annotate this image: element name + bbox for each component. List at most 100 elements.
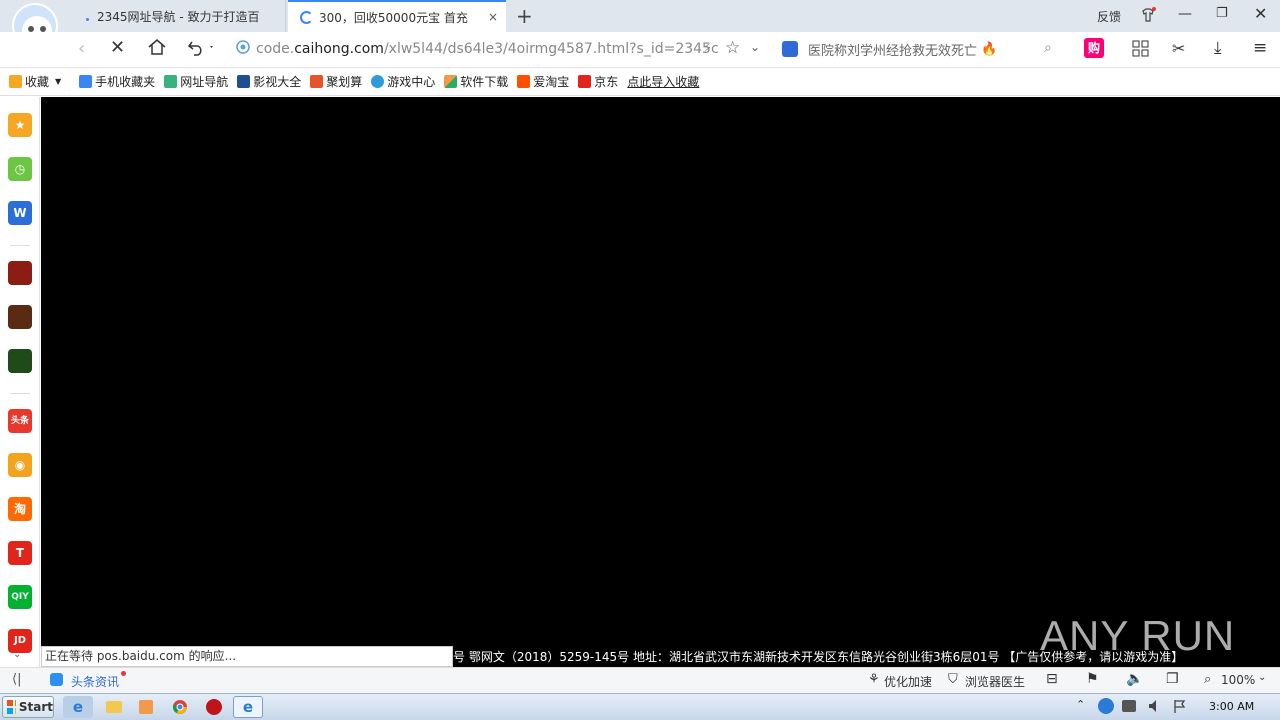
tab-title: 300，回收50000元宝 首充 xyxy=(319,10,468,25)
tray-network-icon[interactable] xyxy=(1122,700,1136,712)
tab-2345[interactable]: 2345网址导航 - 致力于打造百 xyxy=(74,0,286,32)
clock-time[interactable]: 3:00 AM xyxy=(1209,700,1254,713)
windows-logo-icon xyxy=(7,700,16,714)
window-icon[interactable]: ⊟ xyxy=(1046,671,1058,687)
url-host: caihong.com xyxy=(294,41,384,57)
bookmark-label: 游戏中心 xyxy=(387,75,436,89)
sidebar-collapse-icon[interactable]: ⌄ xyxy=(13,649,21,660)
optimize-button[interactable]: 优化加速 xyxy=(884,673,932,690)
bookmark-label: 聚划算 xyxy=(326,75,363,89)
tab-close-icon[interactable]: × xyxy=(488,10,498,24)
taobao-icon[interactable]: 淘 xyxy=(8,497,32,521)
security-icon[interactable] xyxy=(199,696,229,718)
mode-icon[interactable]: ⚑ xyxy=(1086,671,1099,687)
minimize-icon[interactable]: — xyxy=(1178,6,1192,22)
star-icon[interactable]: ☆ xyxy=(725,38,740,58)
film-icon xyxy=(237,75,251,88)
bookmark-label: 软件下载 xyxy=(460,75,509,89)
notification-dot xyxy=(121,671,126,676)
rocket-icon: ⚘ xyxy=(868,672,880,687)
bookmark-label: 京东 xyxy=(594,75,619,89)
bookmark-item[interactable]: 爱淘宝 xyxy=(517,73,569,90)
news-link[interactable]: 头条资讯 xyxy=(71,673,119,690)
weibo-icon[interactable]: ◉ xyxy=(8,453,32,477)
search-box[interactable]: 医院称刘学州经抢救无效死亡 🔥 xyxy=(778,36,1068,62)
sidebar-toggle-icon[interactable]: ⟨| xyxy=(12,672,21,687)
tab-active[interactable]: 300，回收50000元宝 首充 × xyxy=(288,0,506,32)
start-button[interactable]: Start xyxy=(2,696,54,718)
phone-icon xyxy=(79,75,93,88)
media-player-icon[interactable] xyxy=(131,696,161,718)
search-icon[interactable]: ⌕ xyxy=(1044,40,1052,56)
lightning-icon[interactable]: ⚡ xyxy=(703,41,712,56)
menu-icon[interactable]: ≡ xyxy=(1253,38,1267,58)
jd-icon xyxy=(578,75,592,88)
explorer-folder-icon[interactable] xyxy=(99,696,129,718)
browser-doctor-button[interactable]: 浏览器医生 xyxy=(965,673,1025,690)
baidu-paw-icon xyxy=(782,41,798,57)
chrome-icon[interactable] xyxy=(165,696,195,718)
bookmark-item[interactable]: 手机收藏夹 xyxy=(79,73,155,90)
bookmark-item[interactable]: 软件下载 xyxy=(444,73,508,90)
left-sidebar: ★ ◷ W 头条 ◉ 淘 T QIY JD ⌄ xyxy=(0,97,40,667)
stop-icon[interactable]: ✕ xyxy=(110,37,125,58)
scissors-icon[interactable]: ✂ xyxy=(1172,39,1185,58)
history-icon[interactable]: ◷ xyxy=(8,157,32,181)
tray-volume-icon[interactable] xyxy=(1147,698,1163,714)
tray-browser-icon[interactable] xyxy=(1098,698,1114,714)
game-icon[interactable] xyxy=(8,349,32,373)
bookmark-label: 收藏 xyxy=(25,75,50,89)
bookmark-favorites[interactable]: 收藏 ▼ xyxy=(9,73,61,90)
tmall-icon[interactable]: T xyxy=(8,541,32,565)
bookmark-item[interactable]: 网址导航 xyxy=(164,73,228,90)
game-icon[interactable] xyxy=(8,305,32,329)
close-window-icon[interactable]: ✕ xyxy=(1254,4,1267,23)
url-host-prefix: code. xyxy=(256,41,295,57)
browser-status-bar: ⟨| 头条资讯 ⚘ 优化加速 ⛉ 浏览器医生 ⊟ ⚑ 🔈 ❐ ⌕ 100% ⌄ xyxy=(0,667,1280,693)
loading-dot-icon xyxy=(86,17,89,21)
undo-close-icon[interactable] xyxy=(186,38,216,59)
bookmark-item[interactable]: 游戏中心 xyxy=(371,73,435,90)
browser-task-icon[interactable]: e xyxy=(233,696,263,718)
tray-expand-icon[interactable]: ⌃ xyxy=(1076,698,1085,711)
home-icon[interactable] xyxy=(147,38,167,59)
chevron-down-icon[interactable]: ⌄ xyxy=(750,40,760,54)
favorites-icon[interactable]: ★ xyxy=(8,113,32,137)
zoom-dropdown-icon[interactable]: ⌄ xyxy=(1258,672,1266,683)
iqiyi-icon[interactable]: QIY xyxy=(8,585,32,609)
download-icon[interactable]: ⤓ xyxy=(1214,38,1222,58)
loading-spinner-icon xyxy=(300,10,313,24)
gamepad-icon xyxy=(371,75,385,88)
url-path: /xlw5l44/ds64le3/4oirmg4587.html?s_id=23… xyxy=(383,41,719,57)
search-input[interactable]: 医院称刘学州经抢救无效死亡 xyxy=(808,40,977,59)
skin-icon[interactable] xyxy=(1140,7,1156,26)
toutiao-icon[interactable]: 头条 xyxy=(8,409,32,433)
bookmark-item[interactable]: 影视大全 xyxy=(237,73,301,90)
bookmark-item[interactable]: 京东 xyxy=(578,73,618,90)
page-content[interactable] xyxy=(41,97,1280,667)
tab-title: 2345网址导航 - 致力于打造百 xyxy=(97,9,260,24)
new-tab-button[interactable]: + xyxy=(516,4,533,28)
back-icon[interactable]: ‹ xyxy=(78,38,85,59)
word-icon[interactable]: W xyxy=(8,201,32,225)
apps-grid-icon[interactable] xyxy=(1132,40,1150,61)
maximize-icon[interactable]: ❐ xyxy=(1216,6,1228,21)
ie-icon[interactable]: e xyxy=(63,696,93,718)
speaker-icon[interactable]: 🔈 xyxy=(1126,671,1143,687)
bookmark-label: 手机收藏夹 xyxy=(95,75,156,89)
import-bookmarks-link[interactable]: 点此导入收藏 xyxy=(627,73,699,90)
bookmark-label: 爱淘宝 xyxy=(533,75,570,89)
feedback-link[interactable]: 反馈 xyxy=(1097,8,1121,25)
shield-icon: ⛉ xyxy=(948,672,958,687)
anyrun-watermark: ANY RUN xyxy=(1040,612,1236,659)
tab-strip: 登录 2345网址导航 - 致力于打造百 300，回收50000元宝 首充 × … xyxy=(0,0,1280,54)
bookmark-item[interactable]: 聚划算 xyxy=(310,73,362,90)
house-icon xyxy=(164,75,178,88)
divider xyxy=(10,393,30,394)
address-bar[interactable]: code. caihong.com/xlw5l44/ds64le3/4oirmg4… xyxy=(236,36,769,62)
shopping-icon[interactable]: 购 xyxy=(1084,38,1104,58)
restore-icon[interactable]: ❐ xyxy=(1166,671,1179,687)
tray-flag-icon[interactable] xyxy=(1172,698,1188,714)
zoom-level[interactable]: 100% xyxy=(1221,673,1255,687)
game-icon[interactable] xyxy=(8,261,32,285)
